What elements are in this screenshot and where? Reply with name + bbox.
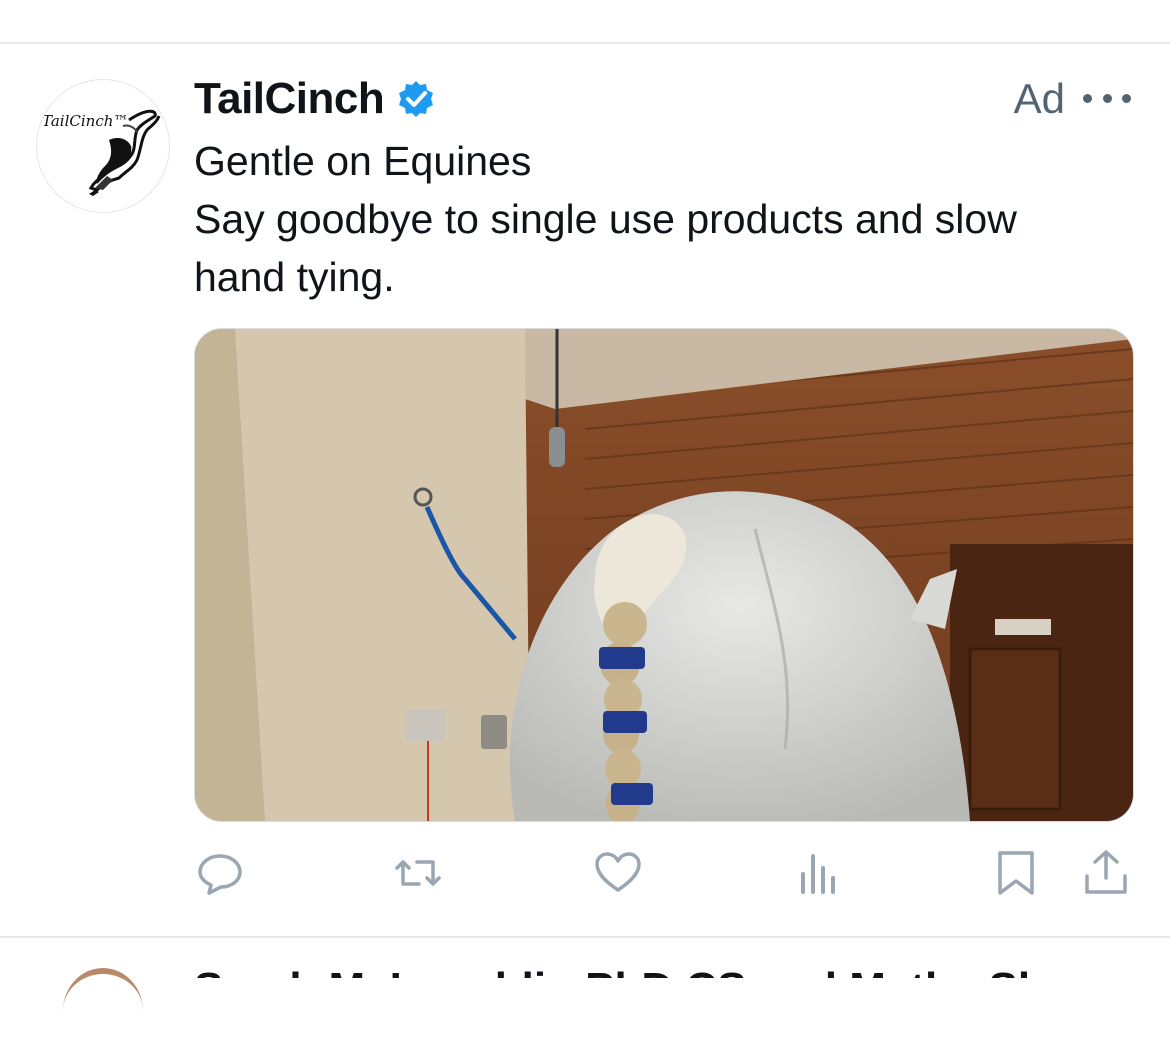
next-author-avatar[interactable] [63, 968, 143, 1054]
verified-badge-icon [399, 81, 434, 117]
reply-icon[interactable] [192, 845, 248, 901]
author-name[interactable]: TailCinch [194, 74, 385, 124]
tweet-text: Gentle on Equines Say goodbye to single … [194, 132, 1134, 306]
tweet-line: Say goodbye to single use products and s… [194, 196, 1017, 242]
ad-label: Ad [1013, 75, 1065, 122]
tweet-media-image[interactable] [194, 328, 1134, 822]
author-row: TailCinch [194, 74, 436, 124]
bookmark-icon[interactable] [988, 845, 1044, 901]
tweet-line: Gentle on Equines [194, 138, 532, 184]
next-author-name[interactable]: Sarah McLaughlin PhD CS and Mathe Sh [194, 962, 1074, 978]
like-icon[interactable] [590, 845, 646, 901]
bottom-divider [0, 936, 1170, 938]
more-options-icon[interactable] [1083, 86, 1131, 110]
retweet-icon[interactable] [390, 845, 446, 901]
tweet-actions [194, 845, 1134, 901]
avatar-logo-text: TailCinch™ [42, 112, 129, 130]
horse-tail-photo [195, 329, 1133, 821]
top-divider [0, 42, 1170, 44]
tweet-line: hand tying. [194, 254, 395, 300]
author-avatar[interactable]: TailCinch™ [36, 79, 170, 213]
views-icon[interactable] [790, 845, 846, 901]
share-icon[interactable] [1078, 845, 1134, 901]
tailcinch-logo [88, 109, 161, 196]
